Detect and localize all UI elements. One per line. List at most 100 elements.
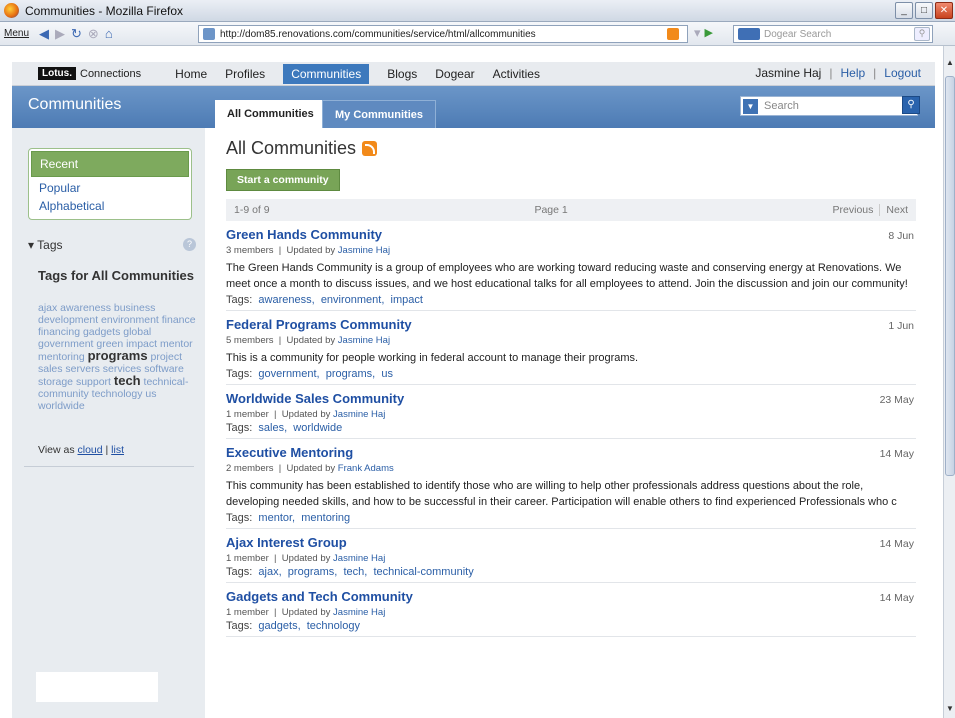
tag-link[interactable]: technology: [307, 620, 360, 632]
logout-link[interactable]: Logout: [884, 66, 921, 80]
tab-all-communities[interactable]: All Communities: [215, 100, 326, 128]
tag-link[interactable]: programs,: [288, 566, 338, 578]
tags-label: Tags:: [226, 512, 253, 524]
nav-profiles[interactable]: Profiles: [225, 67, 265, 81]
updated-by-link[interactable]: Jasmine Haj: [333, 553, 385, 564]
url-bar[interactable]: http://dom85.renovations.com/communities…: [198, 25, 688, 43]
nav-blogs[interactable]: Blogs: [387, 67, 417, 81]
updated-by-link[interactable]: Jasmine Haj: [333, 409, 385, 420]
back-icon[interactable]: ◀: [39, 26, 49, 42]
search-icon[interactable]: ⚲: [914, 27, 930, 41]
community-name-link[interactable]: Worldwide Sales Community: [226, 391, 404, 406]
community-name-link[interactable]: Executive Mentoring: [226, 445, 353, 460]
menu-button[interactable]: Menu: [4, 28, 29, 39]
member-count[interactable]: 1 member: [226, 553, 269, 564]
tag-link[interactable]: worldwide: [293, 422, 342, 434]
tag-link[interactable]: awareness,: [258, 294, 314, 306]
rss-feed-icon[interactable]: [362, 141, 378, 156]
community-description: This community has been established to i…: [226, 480, 897, 508]
vertical-scrollbar[interactable]: ▲ ▼: [943, 46, 955, 718]
nav-communities[interactable]: Communities: [283, 63, 370, 84]
tags-heading: Tags: [37, 238, 63, 252]
start-community-button[interactable]: Start a community: [226, 169, 340, 191]
tag-link[interactable]: ajax,: [258, 566, 281, 578]
pager-previous[interactable]: Previous: [833, 204, 874, 216]
search-button-icon[interactable]: ⚲: [902, 96, 920, 114]
home-icon[interactable]: ⌂: [105, 26, 113, 41]
feed-icon[interactable]: [667, 28, 679, 40]
tag-link[interactable]: sales,: [258, 422, 287, 434]
community-name-link[interactable]: Ajax Interest Group: [226, 535, 347, 550]
updated-by-label: Updated by: [281, 607, 331, 618]
community-tags: Tags: ajax, programs, tech, technical-co…: [226, 566, 916, 578]
scroll-down-icon[interactable]: ▼: [944, 704, 955, 718]
nav-dogear[interactable]: Dogear: [435, 67, 474, 81]
tag-link[interactable]: programs,: [326, 368, 376, 380]
forward-icon[interactable]: ▶: [55, 26, 65, 42]
pager-next[interactable]: Next: [879, 204, 908, 216]
member-count[interactable]: 1 member: [226, 607, 269, 618]
updated-by-link[interactable]: Jasmine Haj: [338, 335, 390, 346]
go-icon[interactable]: ▶: [705, 26, 719, 40]
community-name-link[interactable]: Green Hands Community: [226, 227, 382, 242]
nav-home[interactable]: Home: [175, 67, 207, 81]
tag-link[interactable]: us: [381, 368, 393, 380]
help-link[interactable]: Help: [840, 66, 865, 80]
community-name-link[interactable]: Federal Programs Community: [226, 317, 412, 332]
filter-popular[interactable]: Popular: [29, 179, 191, 197]
search-engine-icon[interactable]: [738, 28, 760, 40]
tags-section-header[interactable]: ▾ Tags ?: [28, 238, 196, 252]
nav-activities[interactable]: Activities: [493, 67, 540, 81]
member-count[interactable]: 3 members: [226, 245, 274, 256]
maximize-button[interactable]: □: [915, 2, 933, 19]
community-date: 1 Jun: [888, 320, 914, 332]
filter-recent[interactable]: Recent: [31, 151, 189, 177]
scroll-up-icon[interactable]: ▲: [944, 58, 955, 72]
tag-cloud[interactable]: ajax awareness business development envi…: [38, 302, 198, 412]
tags-label: Tags:: [226, 620, 253, 632]
tag-link[interactable]: environment,: [321, 294, 385, 306]
community-item: Worldwide Sales Community 23 May 1 member …: [226, 385, 916, 439]
separator: |: [829, 66, 833, 80]
tag-tech[interactable]: tech: [114, 373, 141, 388]
updated-by-link[interactable]: Jasmine Haj: [338, 245, 390, 256]
reload-icon[interactable]: ↻: [71, 26, 82, 42]
view-cloud-link[interactable]: cloud: [78, 444, 103, 456]
tag-programs[interactable]: programs: [88, 348, 148, 363]
stop-icon[interactable]: ⊗: [88, 26, 99, 42]
tag-link[interactable]: tech,: [343, 566, 367, 578]
help-icon[interactable]: ?: [183, 238, 196, 251]
community-list: Green Hands Community 8 Jun 3 members | Up…: [226, 221, 916, 637]
scroll-thumb[interactable]: [945, 76, 955, 476]
pager: 1-9 of 9 Page 1 Previous Next: [226, 199, 916, 221]
community-name-link[interactable]: Gadgets and Tech Community: [226, 589, 413, 604]
tab-my-communities[interactable]: My Communities: [322, 100, 437, 128]
lotus-connections-logo: Lotus. Connections: [38, 67, 141, 80]
community-search-input[interactable]: ▼ Search: [740, 96, 918, 116]
member-count[interactable]: 5 members: [226, 335, 274, 346]
view-list-link[interactable]: list: [111, 444, 124, 456]
tag-link[interactable]: technical-community: [373, 566, 473, 578]
filter-alphabetical[interactable]: Alphabetical: [29, 197, 191, 215]
tag-link[interactable]: mentoring: [301, 512, 350, 524]
search-scope-dropdown-icon[interactable]: ▼: [743, 98, 758, 114]
user-name[interactable]: Jasmine Haj: [755, 66, 821, 80]
updated-by-link[interactable]: Jasmine Haj: [333, 607, 385, 618]
tag-link[interactable]: impact: [391, 294, 423, 306]
community-tags: Tags: mentor, mentoring: [226, 512, 916, 524]
main-content: All Communities Start a community 1-9 of…: [226, 128, 916, 637]
close-window-button[interactable]: ✕: [935, 2, 953, 19]
pager-count: 1-9 of 9: [234, 204, 270, 216]
member-count[interactable]: 2 members: [226, 463, 274, 474]
tag-link[interactable]: government,: [258, 368, 319, 380]
member-count[interactable]: 1 member: [226, 409, 269, 420]
community-meta: 1 member | Updated by Jasmine Haj: [226, 607, 386, 618]
minimize-button[interactable]: _: [895, 2, 913, 19]
tag-link[interactable]: gadgets,: [258, 620, 300, 632]
tag-link[interactable]: mentor,: [258, 512, 295, 524]
updated-by-link[interactable]: Frank Adams: [338, 463, 394, 474]
search-placeholder: Search: [764, 100, 799, 112]
history-dropdown-icon[interactable]: ▾: [694, 25, 701, 41]
community-tags: Tags: government, programs, us: [226, 368, 916, 380]
browser-search-box[interactable]: Dogear Search ⚲: [733, 25, 933, 43]
